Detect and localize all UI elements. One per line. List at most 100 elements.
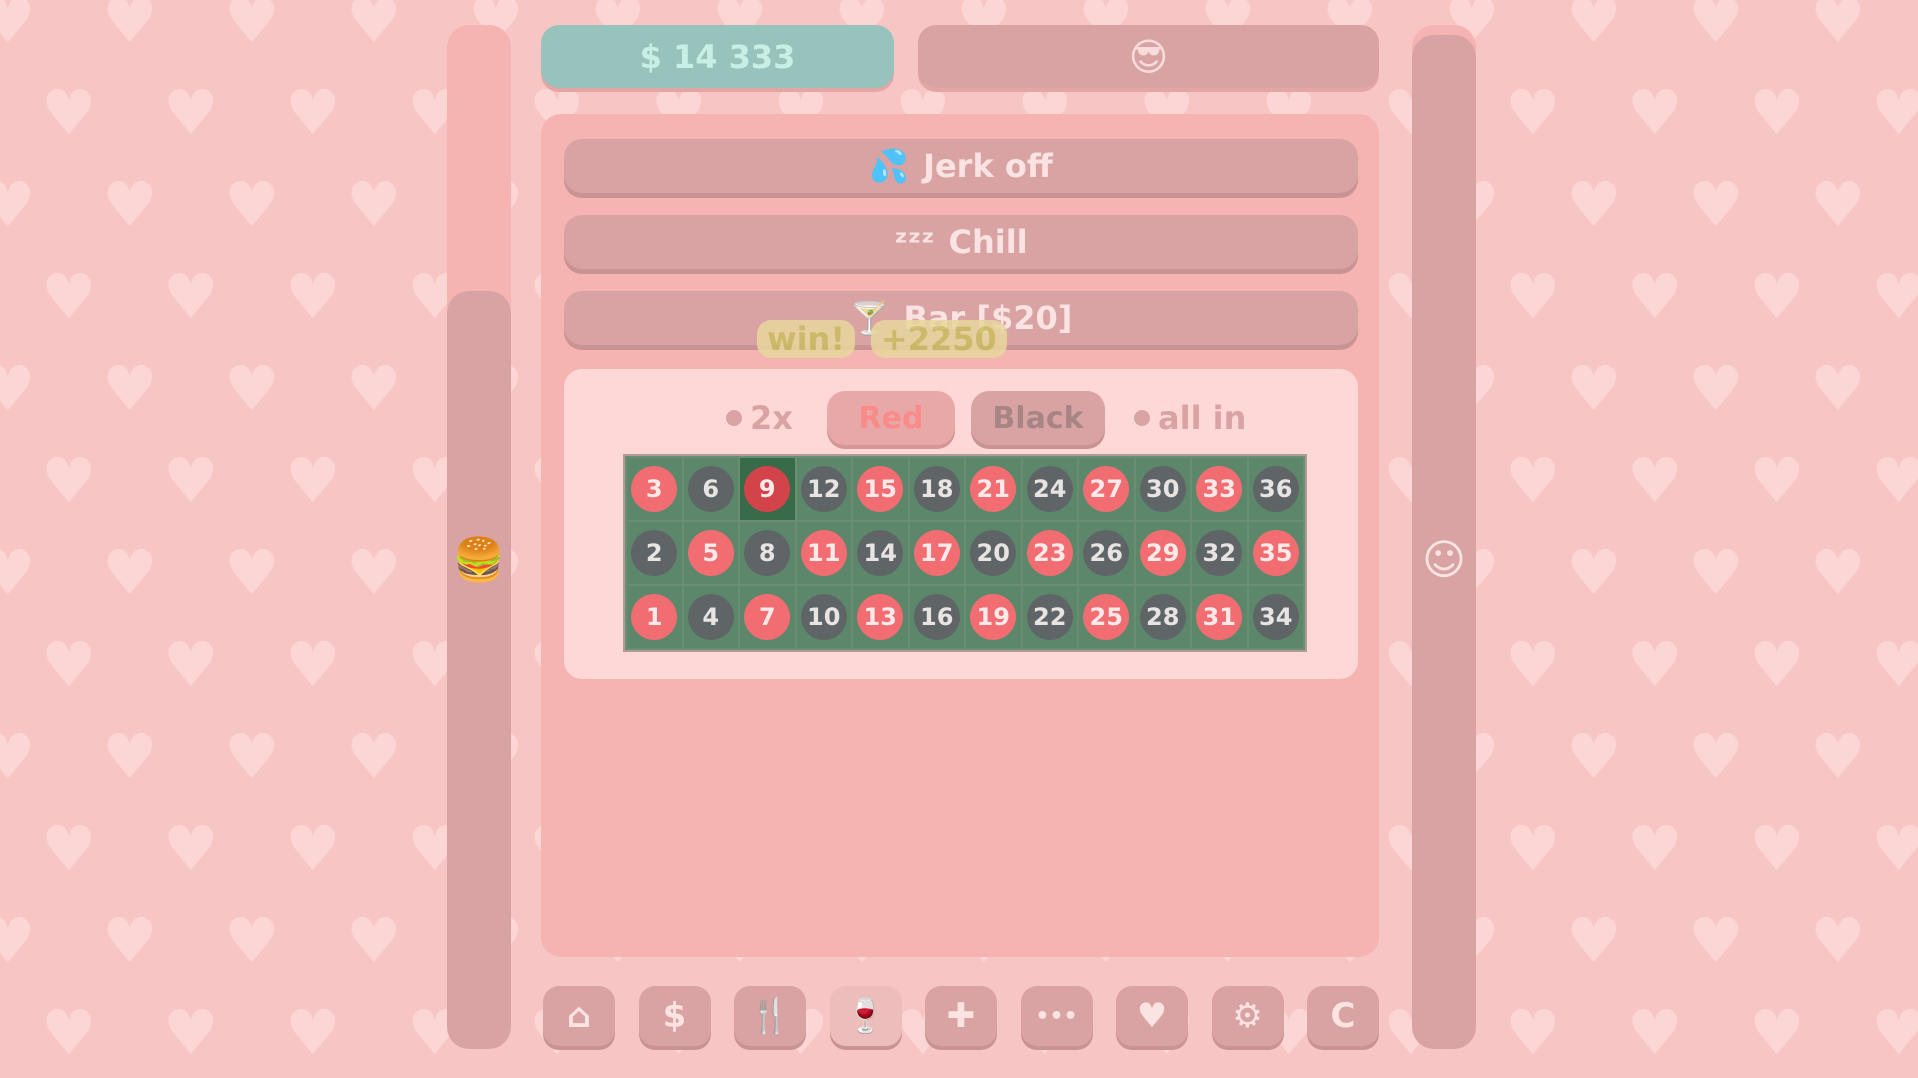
chill-button[interactable]: ᶻᶻᶻ Chill (564, 215, 1358, 269)
radio-dot-icon (1134, 410, 1150, 426)
background-heart-icon: ♥ (285, 76, 341, 149)
roulette-board: 3 6 9 12 15 18 21 24 27 30 33 36 2 5 8 11 14 17 20 23 26 29 32… (623, 454, 1307, 652)
background-heart-icon: ♥ (346, 168, 402, 241)
nav-plus-button[interactable]: ✚ (925, 986, 997, 1046)
roulette-cell-23[interactable]: 23 (1022, 522, 1077, 584)
nav-home-button[interactable]: ⌂ (543, 986, 615, 1046)
background-heart-icon: ♥ (1871, 444, 1918, 517)
roulette-cell-31[interactable]: 31 (1192, 586, 1247, 648)
nav-gear-button[interactable]: ⚙ (1211, 986, 1284, 1046)
jerk-off-button[interactable]: 💦 Jerk off (564, 139, 1358, 193)
roulette-cell-33[interactable]: 33 (1192, 458, 1247, 520)
roulette-cell-20[interactable]: 20 (966, 522, 1021, 584)
roulette-cell-26[interactable]: 26 (1079, 522, 1134, 584)
win-popup: win! +2250 (757, 320, 1007, 358)
background-heart-icon: ♥ (1749, 628, 1805, 701)
background-heart-icon: ♥ (0, 0, 36, 57)
roulette-cell-27[interactable]: 27 (1079, 458, 1134, 520)
roulette-cell-29[interactable]: 29 (1135, 522, 1190, 584)
roulette-cell-14[interactable]: 14 (853, 522, 908, 584)
roulette-number: 21 (970, 466, 1017, 512)
roulette-cell-7[interactable]: 7 (740, 586, 795, 648)
option-all-in[interactable]: all in (1134, 399, 1246, 437)
more-dots-icon: ••• (1035, 1003, 1078, 1029)
background-heart-icon: ♥ (285, 260, 341, 333)
roulette-number: 9 (744, 466, 791, 512)
roulette-number: 1 (631, 594, 678, 640)
black-bet-button[interactable]: Black (971, 391, 1105, 445)
nav-fork-knife-button[interactable]: 🍴 (734, 986, 806, 1046)
hunger-meter: 🍔 (447, 25, 511, 1049)
roulette-cell-9[interactable]: 9 (740, 458, 795, 520)
roulette-cell-16[interactable]: 16 (909, 586, 964, 648)
background-heart-icon: ♥ (224, 720, 280, 793)
background-heart-icon: ♥ (1810, 904, 1866, 977)
background-heart-icon: ♥ (1505, 260, 1561, 333)
roulette-cell-15[interactable]: 15 (853, 458, 908, 520)
roulette-number: 16 (913, 594, 960, 640)
mood-display: 😎 (918, 25, 1379, 88)
background-heart-icon: ♥ (163, 812, 219, 885)
background-heart-icon: ♥ (1627, 628, 1683, 701)
roulette-cell-28[interactable]: 28 (1135, 586, 1190, 648)
roulette-cell-24[interactable]: 24 (1022, 458, 1077, 520)
background-heart-icon: ♥ (102, 904, 158, 977)
background-heart-icon: ♥ (1505, 628, 1561, 701)
roulette-number: 29 (1139, 530, 1186, 576)
roulette-cell-22[interactable]: 22 (1022, 586, 1077, 648)
red-bet-button[interactable]: Red (827, 391, 955, 445)
background-heart-icon: ♥ (224, 904, 280, 977)
roulette-cell-5[interactable]: 5 (683, 522, 738, 584)
roulette-cell-13[interactable]: 13 (853, 586, 908, 648)
roulette-number: 34 (1252, 594, 1299, 640)
roulette-cell-19[interactable]: 19 (966, 586, 1021, 648)
background-heart-icon: ♥ (41, 628, 97, 701)
background-heart-icon: ♥ (1871, 260, 1918, 333)
roulette-cell-3[interactable]: 3 (627, 458, 682, 520)
background-heart-icon: ♥ (285, 444, 341, 517)
roulette-cell-6[interactable]: 6 (683, 458, 738, 520)
roulette-cell-25[interactable]: 25 (1079, 586, 1134, 648)
background-heart-icon: ♥ (1566, 0, 1622, 57)
background-heart-icon: ♥ (102, 720, 158, 793)
background-heart-icon: ♥ (1749, 444, 1805, 517)
background-heart-icon: ♥ (1871, 628, 1918, 701)
background-heart-icon: ♥ (1810, 536, 1866, 609)
background-heart-icon: ♥ (41, 76, 97, 149)
roulette-number: 4 (687, 594, 734, 640)
roulette-cell-32[interactable]: 32 (1192, 522, 1247, 584)
roulette-cell-30[interactable]: 30 (1135, 458, 1190, 520)
roulette-cell-35[interactable]: 35 (1248, 522, 1303, 584)
nav-heart-button[interactable]: ♥ (1116, 986, 1188, 1046)
background-heart-icon: ♥ (1566, 720, 1622, 793)
background-heart-icon: ♥ (224, 352, 280, 425)
background-heart-icon: ♥ (1810, 168, 1866, 241)
roulette-cell-12[interactable]: 12 (796, 458, 851, 520)
nav-wine-glass-button[interactable]: 🍷 (829, 986, 902, 1046)
background-heart-icon: ♥ (346, 352, 402, 425)
roulette-cell-21[interactable]: 21 (966, 458, 1021, 520)
roulette-cell-8[interactable]: 8 (740, 522, 795, 584)
roulette-cell-10[interactable]: 10 (796, 586, 851, 648)
splash-icon: 💦 (869, 147, 910, 185)
roulette-cell-1[interactable]: 1 (627, 586, 682, 648)
roulette-cell-11[interactable]: 11 (796, 522, 851, 584)
jerk-off-label: Jerk off (923, 147, 1053, 185)
background-heart-icon: ♥ (1505, 996, 1561, 1069)
roulette-cell-17[interactable]: 17 (909, 522, 964, 584)
option-2x[interactable]: 2x (726, 399, 793, 437)
roulette-cell-2[interactable]: 2 (627, 522, 682, 584)
background-heart-icon: ♥ (1749, 812, 1805, 885)
background-heart-icon: ♥ (1688, 168, 1744, 241)
roulette-cell-34[interactable]: 34 (1248, 586, 1303, 648)
roulette-cell-4[interactable]: 4 (683, 586, 738, 648)
roulette-number: 30 (1139, 466, 1186, 512)
background-heart-icon: ♥ (346, 904, 402, 977)
roulette-number: 13 (857, 594, 904, 640)
nav-c-button[interactable]: C (1307, 986, 1379, 1046)
nav-more-dots-button[interactable]: ••• (1020, 986, 1093, 1046)
roulette-cell-36[interactable]: 36 (1248, 458, 1303, 520)
background-heart-icon: ♥ (224, 536, 280, 609)
nav-dollar-button[interactable]: $ (638, 986, 711, 1046)
roulette-cell-18[interactable]: 18 (909, 458, 964, 520)
